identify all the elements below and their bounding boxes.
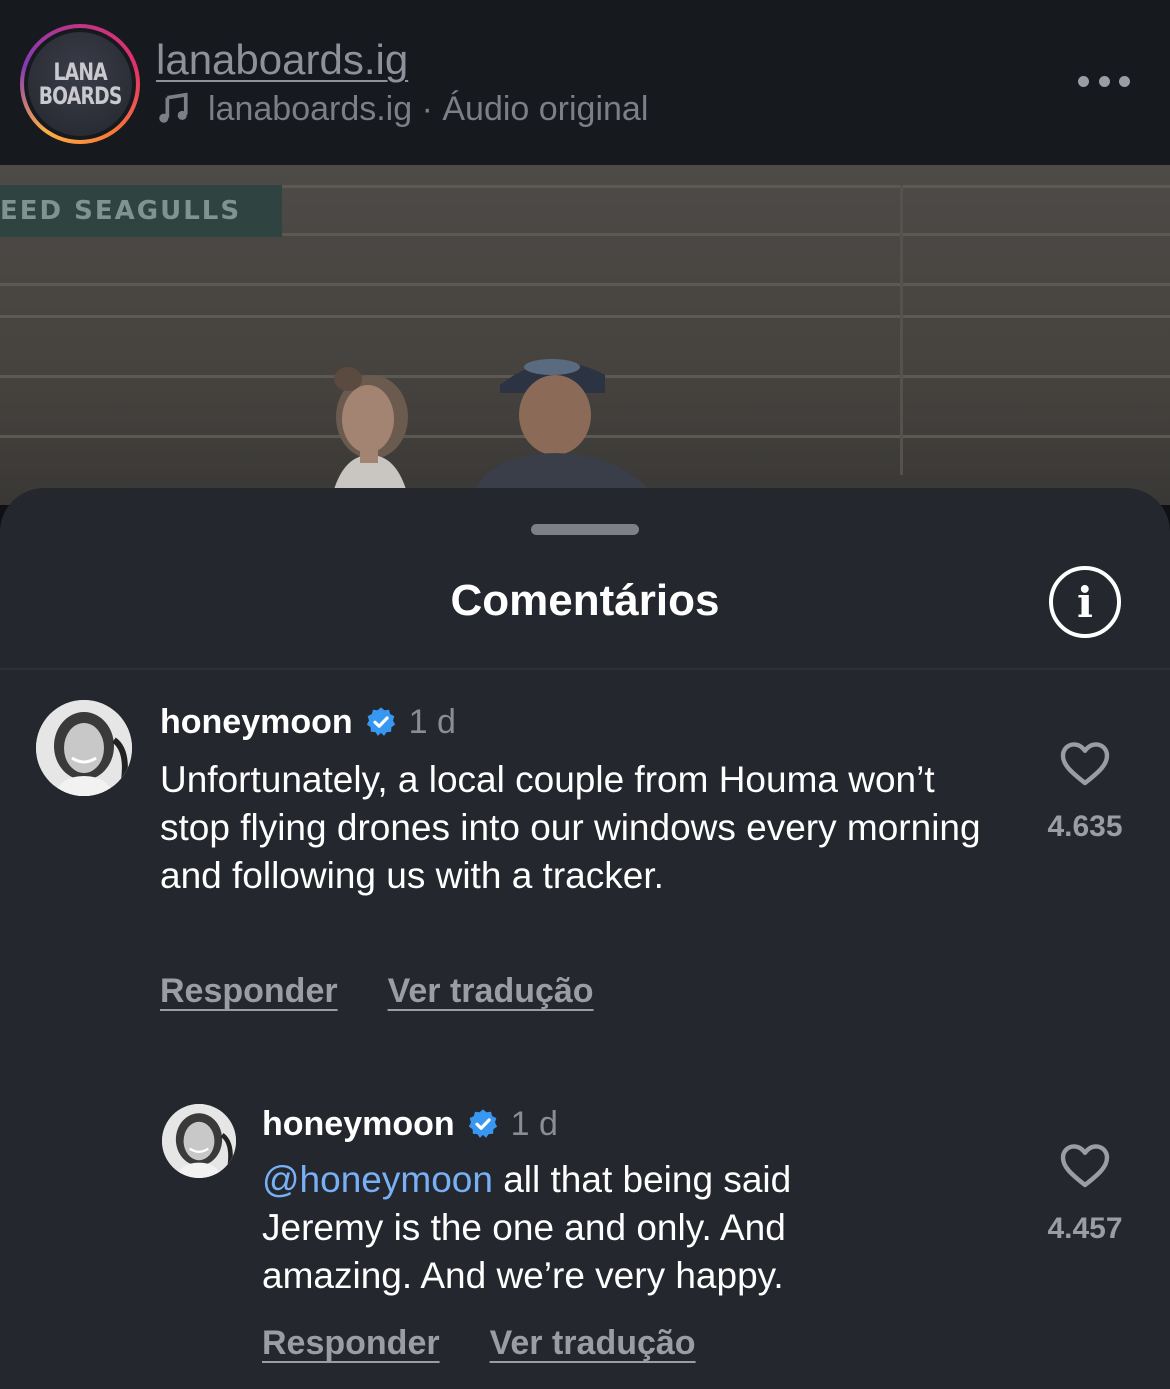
video-people-image: [330, 359, 660, 505]
like-control[interactable]: 4.457: [1030, 1142, 1140, 1246]
reel-screen: LANA BOARDS lanaboards.ig lanaboards.ig …: [0, 0, 1170, 1389]
comments-sheet: Comentários i honeymoon 1 d Unfortunatel…: [0, 488, 1170, 1389]
like-count: 4.635: [1047, 810, 1123, 843]
comment-text: Unfortunately, a local couple from Houma…: [160, 759, 981, 896]
mention-link[interactable]: @honeymoon: [262, 1159, 493, 1200]
reel-header: LANA BOARDS lanaboards.ig lanaboards.ig …: [0, 0, 1170, 165]
info-icon[interactable]: i: [1049, 566, 1121, 638]
verified-badge-icon: [366, 707, 395, 736]
sheet-title: Comentários: [450, 576, 720, 625]
sheet-divider: [0, 668, 1170, 670]
like-count: 4.457: [1047, 1212, 1123, 1245]
logo-line-2: BOARDS: [38, 82, 123, 110]
see-translation-button[interactable]: Ver tradução: [388, 972, 594, 1011]
comment-text: @honeymoon all that being said Jeremy is…: [262, 1156, 922, 1300]
reply-button[interactable]: Responder: [262, 1324, 440, 1363]
verified-badge-icon: [468, 1109, 497, 1138]
avatar-photo: [36, 700, 132, 796]
commenter-avatar[interactable]: [162, 1104, 236, 1178]
like-control[interactable]: 4.635: [1030, 740, 1140, 844]
heart-icon[interactable]: [1059, 1142, 1111, 1190]
sheet-grabber[interactable]: [531, 524, 639, 535]
reply-button[interactable]: Responder: [160, 972, 338, 1011]
logo-line-1: LANA: [53, 58, 107, 86]
music-note-icon: [159, 92, 188, 123]
arena-sign: EED SEAGULLS: [0, 185, 282, 237]
video-frame[interactable]: EED SEAGULLS: [0, 165, 1170, 505]
profile-avatar[interactable]: LANA BOARDS: [20, 24, 140, 144]
commenter-avatar[interactable]: [36, 700, 132, 796]
more-options-icon[interactable]: [1078, 70, 1130, 92]
heart-icon[interactable]: [1059, 740, 1111, 788]
lanaboards-logo: LANA BOARDS: [28, 32, 132, 136]
avatar-photo: [162, 1104, 236, 1178]
see-translation-button[interactable]: Ver tradução: [490, 1324, 696, 1363]
comment-username[interactable]: honeymoon: [262, 1105, 455, 1144]
audio-text: lanaboards.ig · Áudio original: [208, 89, 649, 128]
audio-link[interactable]: lanaboards.ig · Áudio original: [156, 86, 648, 132]
comment-time: 1 d: [510, 1104, 558, 1143]
comment-time: 1 d: [408, 702, 456, 741]
comment-username[interactable]: honeymoon: [160, 703, 353, 742]
header-username[interactable]: lanaboards.ig: [156, 36, 408, 84]
